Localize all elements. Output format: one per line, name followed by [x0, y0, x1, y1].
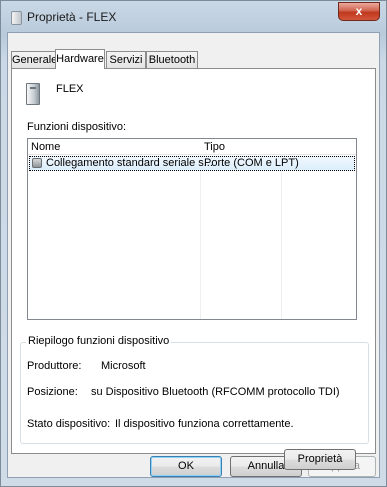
hardware-tab-panel: FLEX Funzioni dispositivo: Nome Tipo Col…: [11, 68, 376, 470]
window-app-icon: [11, 11, 22, 25]
ok-button[interactable]: OK: [150, 456, 222, 477]
tab-servizi[interactable]: Servizi: [106, 51, 146, 68]
serial-port-icon: [32, 158, 42, 168]
window: Proprietà - FLEX x Generale Hardware Ser…: [0, 0, 387, 487]
row-type: Porte (COM e LPT): [204, 157, 299, 169]
tab-hardware[interactable]: Hardware: [55, 49, 105, 69]
location-label: Posizione:: [27, 386, 78, 398]
row-name: Collegamento standard seriale s...: [46, 157, 213, 169]
dialog-client-area: Generale Hardware Servizi Bluetooth FLEX…: [7, 32, 380, 478]
column-divider: [200, 154, 201, 319]
summary-group-title: Riepilogo funzioni dispositivo: [26, 335, 172, 347]
title-bar[interactable]: Proprietà - FLEX x: [1, 1, 386, 33]
window-title: Proprietà - FLEX: [27, 10, 117, 24]
status-value: Il dispositivo funziona correttamente.: [115, 418, 294, 430]
device-properties-button[interactable]: Proprietà: [284, 449, 356, 470]
device-functions-list[interactable]: Nome Tipo Collegamento standard seriale …: [27, 138, 357, 320]
device-summary-group: Riepilogo funzioni dispositivo Produttor…: [20, 335, 369, 444]
column-divider: [281, 154, 282, 319]
tab-bluetooth[interactable]: Bluetooth: [146, 51, 198, 68]
column-header-tipo[interactable]: Tipo: [204, 140, 225, 154]
device-icon: [26, 83, 40, 105]
manufacturer-value: Microsoft: [101, 360, 146, 372]
column-header-nome[interactable]: Nome: [31, 140, 60, 154]
manufacturer-label: Produttore:: [27, 360, 82, 372]
status-label: Stato dispositivo:: [27, 418, 111, 430]
tab-generale[interactable]: Generale: [11, 51, 57, 68]
close-button[interactable]: x: [338, 2, 380, 21]
device-name: FLEX: [56, 83, 84, 95]
device-functions-label: Funzioni dispositivo:: [27, 121, 127, 133]
list-header: Nome Tipo: [28, 139, 356, 155]
list-row-selected[interactable]: Collegamento standard seriale s... Porte…: [29, 156, 355, 171]
location-value: su Dispositivo Bluetooth (RFCOMM protoco…: [91, 386, 340, 398]
